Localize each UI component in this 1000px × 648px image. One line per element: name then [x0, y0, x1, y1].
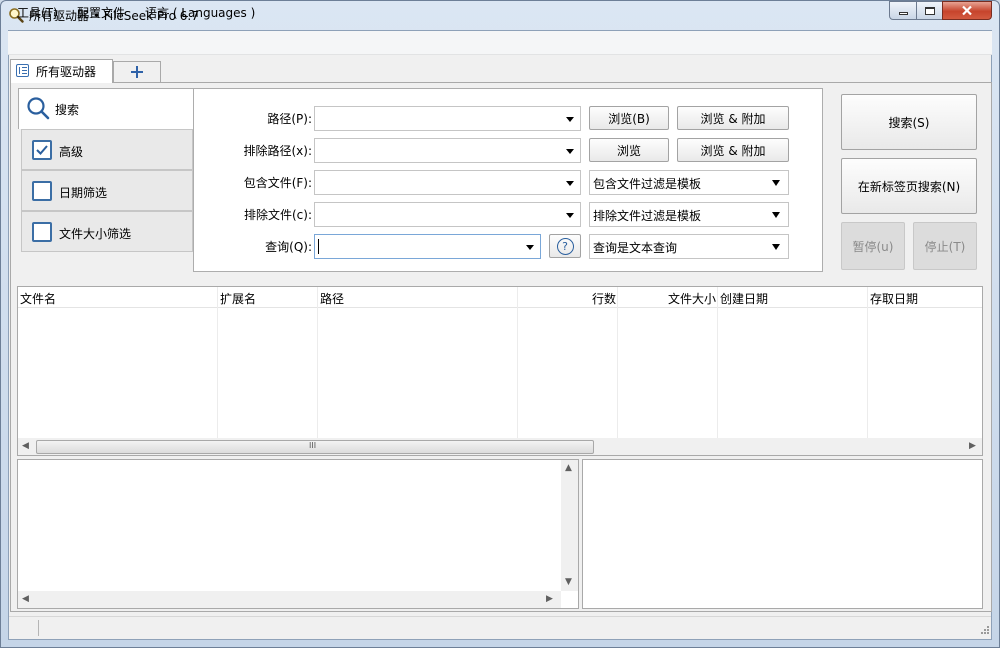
browse-path-button[interactable]: 浏览(B)	[589, 106, 669, 130]
column-divider[interactable]	[317, 287, 318, 438]
chevron-down-icon	[526, 245, 534, 250]
include-mode-value: 包含文件过滤是模板	[593, 177, 702, 191]
column-divider[interactable]	[617, 287, 618, 438]
column-size[interactable]: 文件大小	[620, 290, 716, 307]
status-divider	[38, 620, 39, 636]
column-extension[interactable]: 扩展名	[220, 290, 256, 307]
add-tab-button[interactable]	[113, 61, 161, 82]
query-mode-select[interactable]: 查询是文本查询	[589, 234, 789, 259]
column-divider[interactable]	[517, 287, 518, 438]
column-filename[interactable]: 文件名	[20, 290, 56, 307]
query-label: 查询(Q):	[265, 240, 312, 254]
chevron-down-icon	[566, 213, 574, 218]
search-icon	[27, 97, 50, 120]
chevron-down-icon	[772, 212, 780, 218]
column-created[interactable]: 创建日期	[720, 290, 768, 307]
search-new-tab-button[interactable]: 在新标签页搜索(N)	[841, 158, 977, 214]
column-divider[interactable]	[217, 287, 218, 438]
browse-append-exclude-button[interactable]: 浏览 & 附加	[677, 138, 789, 162]
resize-grip-icon[interactable]	[978, 625, 990, 637]
results-list[interactable]	[17, 286, 983, 456]
column-accessed[interactable]: 存取日期	[870, 290, 918, 307]
close-icon	[962, 5, 972, 16]
plus-icon	[131, 66, 143, 78]
stop-button[interactable]: 停止(T)	[913, 222, 977, 270]
exclude-files-combo[interactable]	[314, 202, 581, 227]
column-divider[interactable]	[867, 287, 868, 438]
minimize-icon	[898, 11, 908, 15]
scroll-left-icon[interactable]: ◀	[22, 441, 29, 451]
column-path[interactable]: 路径	[320, 290, 344, 307]
browse-exclude-button[interactable]: 浏览	[589, 138, 669, 162]
date-filter-checkbox[interactable]	[32, 181, 52, 201]
include-files-label: 包含文件(F):	[243, 176, 312, 190]
scroll-left-icon[interactable]: ◀	[22, 594, 29, 604]
exclude-path-label: 排除路径(x):	[243, 144, 312, 158]
check-icon	[36, 145, 48, 155]
nav-date-label: 日期筛选	[59, 186, 108, 200]
exclude-mode-select[interactable]: 排除文件过滤是模板	[589, 202, 789, 227]
chevron-down-icon	[566, 117, 574, 122]
menu-profile[interactable]: 配置文件	[77, 4, 125, 21]
nav-advanced-label: 高级	[59, 145, 84, 159]
pause-button[interactable]: 暂停(u)	[841, 222, 905, 270]
exclude-mode-value: 排除文件过滤是模板	[593, 209, 702, 223]
column-divider[interactable]	[717, 287, 718, 438]
chevron-down-icon	[566, 181, 574, 186]
scroll-right-icon[interactable]: ▶	[969, 441, 976, 451]
help-icon: ?	[556, 237, 574, 255]
path-label: 路径(P):	[267, 112, 312, 126]
browse-append-path-button[interactable]: 浏览 & 附加	[677, 106, 789, 130]
menu-tools[interactable]: 工具(T)	[17, 4, 58, 21]
query-mode-value: 查询是文本查询	[593, 241, 678, 255]
include-files-combo[interactable]	[314, 170, 581, 195]
scroll-down-icon[interactable]: ▼	[565, 577, 572, 587]
query-help-button[interactable]: ?	[549, 234, 581, 258]
column-lines[interactable]: 行数	[520, 290, 616, 307]
chevron-down-icon	[772, 244, 780, 250]
exclude-files-label: 排除文件(c):	[243, 208, 312, 222]
size-filter-checkbox[interactable]	[32, 222, 52, 242]
scroll-up-icon[interactable]: ▲	[565, 463, 572, 473]
chevron-down-icon	[566, 149, 574, 154]
details-pane[interactable]	[582, 459, 983, 609]
path-combo[interactable]	[314, 106, 581, 131]
results-header	[18, 287, 982, 308]
scrollbar-grip: III	[309, 441, 317, 450]
exclude-path-combo[interactable]	[314, 138, 581, 163]
maximize-icon	[924, 6, 935, 15]
tab-label: 所有驱动器	[36, 65, 97, 79]
minimize-button[interactable]	[889, 1, 917, 20]
preview-horizontal-scrollbar[interactable]	[18, 591, 561, 608]
scroll-right-icon[interactable]: ▶	[546, 594, 553, 604]
query-combo[interactable]	[314, 234, 541, 259]
preview-pane[interactable]	[17, 459, 579, 609]
status-bar	[9, 616, 991, 639]
preview-vertical-scrollbar[interactable]	[561, 460, 578, 591]
menu-language[interactable]: 语言 ( Languages )	[145, 4, 255, 21]
nav-size-label: 文件大小筛选	[59, 227, 132, 241]
search-button[interactable]: 搜索(S)	[841, 94, 977, 150]
chevron-down-icon	[772, 180, 780, 186]
advanced-checkbox[interactable]	[32, 140, 52, 160]
maximize-button[interactable]	[916, 1, 943, 20]
text-caret	[318, 239, 319, 254]
drive-tab-icon	[16, 64, 29, 77]
menu-bar	[8, 31, 992, 55]
close-button[interactable]	[942, 1, 992, 20]
include-mode-select[interactable]: 包含文件过滤是模板	[589, 170, 789, 195]
nav-search-label: 搜索	[55, 103, 80, 117]
